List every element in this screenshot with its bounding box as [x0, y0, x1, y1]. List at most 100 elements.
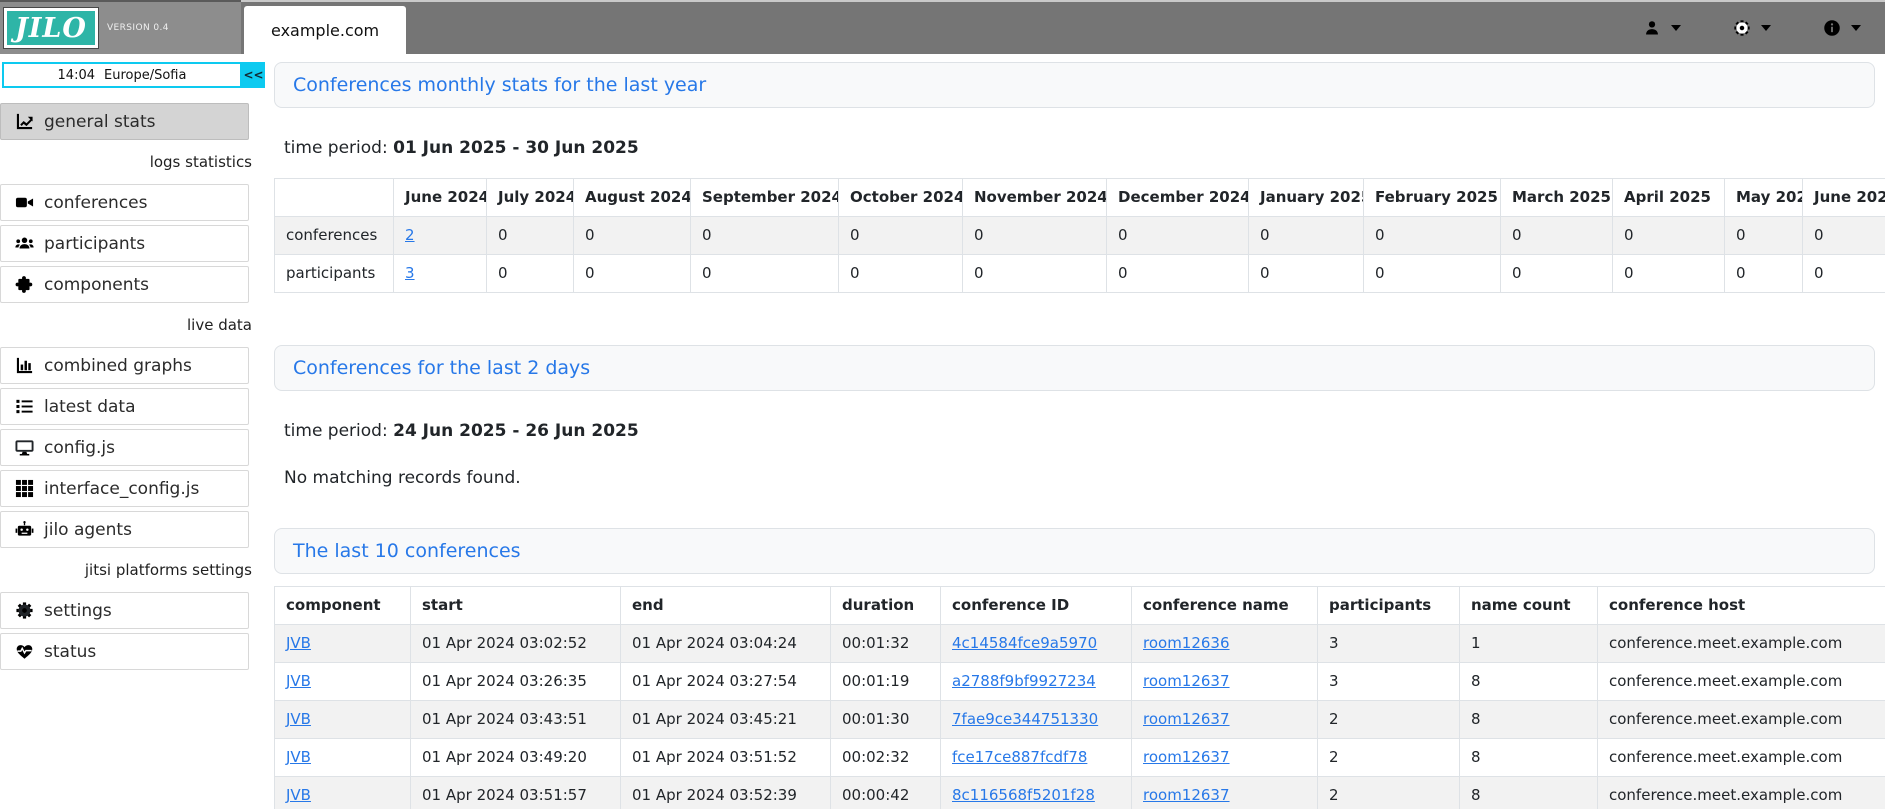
- card-last-2-days: Conferences for the last 2 days time per…: [274, 345, 1885, 488]
- month-value-cell: 0: [839, 255, 963, 293]
- cell-conference-id: 8c116568f5201f28: [941, 777, 1132, 809]
- heart-pulse-icon: [11, 642, 38, 661]
- month-value-cell: 0: [1501, 217, 1613, 255]
- conference-id-link[interactable]: a2788f9bf9927234: [952, 672, 1096, 690]
- sidebar-item-components[interactable]: components: [0, 266, 249, 303]
- conference-id-link[interactable]: fce17ce887fcdf78: [952, 748, 1087, 766]
- component-link[interactable]: JVB: [286, 634, 311, 652]
- chevron-down-icon: [1671, 25, 1681, 31]
- sidebar-item-status[interactable]: status: [0, 633, 249, 670]
- monthly-count-link[interactable]: 2: [405, 226, 415, 244]
- cell-participants: 2: [1318, 701, 1460, 739]
- month-column-header: June 2024: [394, 179, 487, 217]
- month-value-cell: 0: [691, 255, 839, 293]
- column-header-conference-host: conference host: [1598, 587, 1885, 625]
- cell-name-count: 8: [1460, 739, 1598, 777]
- conference-name-link[interactable]: room12636: [1143, 634, 1230, 652]
- robot-icon: [11, 520, 38, 539]
- cell-name-count: 8: [1460, 663, 1598, 701]
- month-value-cell: 0: [1613, 217, 1725, 255]
- month-column-header: February 2025: [1364, 179, 1501, 217]
- monthly-count-link[interactable]: 3: [405, 264, 415, 282]
- top-bar-brand-area: JILO VERSION 0.4: [0, 0, 241, 54]
- clock-time: 14:04: [58, 68, 95, 83]
- sidebar-item-participants[interactable]: participants: [0, 225, 249, 262]
- month-value-cell: 0: [963, 217, 1107, 255]
- sidebar-item-general-stats[interactable]: general stats: [0, 103, 249, 140]
- month-value-cell: 0: [963, 255, 1107, 293]
- month-column-header: June 2025: [1803, 179, 1885, 217]
- month-value-cell: 0: [1725, 255, 1803, 293]
- month-value-cell: 0: [1803, 217, 1885, 255]
- video-icon: [11, 193, 38, 212]
- sidebar: 14:04 Europe/Sofia << general statslogs …: [0, 54, 268, 674]
- cell-participants: 3: [1318, 663, 1460, 701]
- sidebar-collapse-button[interactable]: <<: [242, 62, 265, 88]
- cell-name-count: 1: [1460, 625, 1598, 663]
- settings-menu[interactable]: [1733, 19, 1771, 37]
- month-value-cell: 0: [1107, 217, 1249, 255]
- component-link[interactable]: JVB: [286, 786, 311, 804]
- cell-conference-id: fce17ce887fcdf78: [941, 739, 1132, 777]
- users-icon: [11, 234, 38, 253]
- last-10-conferences-title[interactable]: The last 10 conferences: [293, 540, 521, 562]
- tab-label: example.com: [271, 21, 379, 40]
- desktop-icon: [11, 438, 38, 457]
- component-link[interactable]: JVB: [286, 672, 311, 690]
- conference-id-link[interactable]: 7fae9ce344751330: [952, 710, 1098, 728]
- no-records-message: No matching records found.: [284, 468, 1885, 488]
- sidebar-item-label: general stats: [44, 112, 155, 132]
- clock-display: 14:04 Europe/Sofia: [2, 62, 242, 88]
- info-menu[interactable]: [1823, 19, 1861, 37]
- month-value-cell: 0: [839, 217, 963, 255]
- sidebar-item-label: conferences: [44, 193, 147, 213]
- account-menu[interactable]: [1643, 19, 1681, 37]
- month-column-header: August 2024: [574, 179, 691, 217]
- sidebar-item-label: latest data: [44, 397, 135, 417]
- cell-participants: 2: [1318, 777, 1460, 809]
- component-link[interactable]: JVB: [286, 710, 311, 728]
- conference-id-link[interactable]: 8c116568f5201f28: [952, 786, 1095, 804]
- component-link[interactable]: JVB: [286, 748, 311, 766]
- month-value-cell: 0: [1364, 255, 1501, 293]
- sidebar-item-interface-config-js[interactable]: interface_config.js: [0, 470, 249, 507]
- cell-end: 01 Apr 2024 03:45:21: [621, 701, 831, 739]
- cell-conference-host: conference.meet.example.com: [1598, 777, 1885, 809]
- sidebar-item-jilo-agents[interactable]: jilo agents: [0, 511, 249, 548]
- sidebar-item-combined-graphs[interactable]: combined graphs: [0, 347, 249, 384]
- conference-name-link[interactable]: room12637: [1143, 748, 1230, 766]
- conference-name-link[interactable]: room12637: [1143, 710, 1230, 728]
- cell-component: JVB: [275, 663, 411, 701]
- cell-conference-name: room12637: [1132, 663, 1318, 701]
- jilo-logo[interactable]: JILO: [4, 8, 98, 48]
- conference-name-link[interactable]: room12637: [1143, 672, 1230, 690]
- card-header: Conferences monthly stats for the last y…: [274, 62, 1875, 108]
- sidebar-item-conferences[interactable]: conferences: [0, 184, 249, 221]
- tab-example-com[interactable]: example.com: [244, 6, 406, 54]
- sidebar-section-label: live data: [0, 312, 268, 338]
- gear-icon: [11, 601, 38, 620]
- column-header-participants: participants: [1318, 587, 1460, 625]
- user-icon: [1643, 19, 1661, 37]
- monthly-time-period: time period: 01 Jun 2025 - 30 Jun 2025: [284, 138, 1885, 158]
- sidebar-item-label: interface_config.js: [44, 479, 199, 499]
- cell-end: 01 Apr 2024 03:04:24: [621, 625, 831, 663]
- last-2-days-title[interactable]: Conferences for the last 2 days: [293, 357, 590, 379]
- sidebar-item-config-js[interactable]: config.js: [0, 429, 249, 466]
- sidebar-item-settings[interactable]: settings: [0, 592, 249, 629]
- cell-component: JVB: [275, 625, 411, 663]
- monthly-stats-table: June 2024July 2024August 2024September 2…: [274, 178, 1885, 293]
- conference-id-link[interactable]: 4c14584fce9a5970: [952, 634, 1097, 652]
- top-bar: JILO VERSION 0.4 example.com: [0, 0, 1885, 54]
- sidebar-item-latest-data[interactable]: latest data: [0, 388, 249, 425]
- month-value-cell: 0: [1501, 255, 1613, 293]
- month-value-cell: 0: [1364, 217, 1501, 255]
- month-column-header: October 2024: [839, 179, 963, 217]
- cell-end: 01 Apr 2024 03:51:52: [621, 739, 831, 777]
- month-column-header: January 2025: [1249, 179, 1364, 217]
- cell-start: 01 Apr 2024 03:43:51: [411, 701, 621, 739]
- grid-icon: [11, 479, 38, 498]
- monthly-stats-title[interactable]: Conferences monthly stats for the last y…: [293, 74, 706, 96]
- conference-name-link[interactable]: room12637: [1143, 786, 1230, 804]
- cell-duration: 00:00:42: [831, 777, 941, 809]
